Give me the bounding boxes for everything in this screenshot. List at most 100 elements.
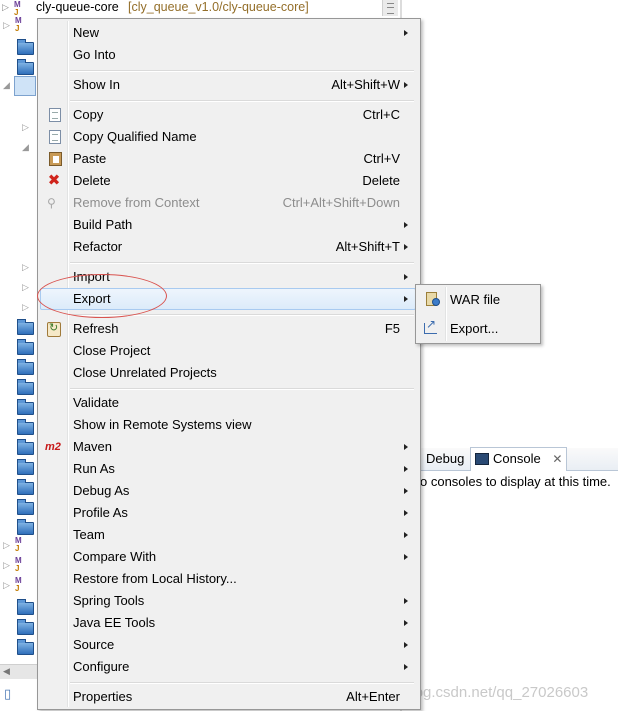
maven-project-icon: MJ (15, 556, 22, 573)
submenu-arrow-icon (404, 82, 408, 88)
menu-separator (70, 70, 414, 72)
menu-item-restore-local-history[interactable]: Restore from Local History... (40, 568, 416, 590)
folder-icon (17, 499, 34, 515)
folder-icon (17, 39, 34, 55)
refresh-icon (47, 321, 61, 337)
menu-item-team[interactable]: Team (40, 524, 416, 546)
submenu-arrow-icon (404, 274, 408, 280)
submenu-arrow-icon (404, 30, 408, 36)
tree-item[interactable] (0, 518, 38, 538)
copy-icon (49, 108, 61, 122)
tree-item[interactable] (0, 478, 38, 498)
tree-item[interactable] (0, 358, 38, 378)
menu-item-maven[interactable]: m2 Maven (40, 436, 416, 458)
scroll-left-icon[interactable]: ◀ (3, 666, 10, 677)
folder-icon (17, 439, 34, 455)
menu-item-go-into[interactable]: Go Into (40, 44, 416, 66)
menu-item-java-ee-tools[interactable]: Java EE Tools (40, 612, 416, 634)
tree-item[interactable] (0, 598, 38, 618)
menu-item-compare-with[interactable]: Compare With (40, 546, 416, 568)
menu-item-export[interactable]: Export (40, 288, 416, 310)
menu-item-close-unrelated-projects[interactable]: Close Unrelated Projects (40, 362, 416, 384)
submenu-arrow-icon (404, 510, 408, 516)
tab-console[interactable]: Console ✕ (470, 447, 568, 471)
tree-item[interactable]: ▷ M J (0, 16, 38, 36)
tree-item[interactable]: ▷ M J (0, 556, 38, 576)
console-tab-bar: Debug Console ✕ (402, 447, 618, 471)
tree-item[interactable]: ▷ (0, 258, 38, 278)
tree-item[interactable] (0, 318, 38, 338)
status-icon[interactable]: ▯ (4, 686, 11, 702)
menu-item-debug-as[interactable]: Debug As (40, 480, 416, 502)
copy-qualified-name-icon (46, 128, 61, 144)
menu-item-import[interactable]: Import (40, 266, 416, 288)
menu-separator (70, 388, 414, 390)
menu-item-show-in[interactable]: Show In Alt+Shift+W (40, 74, 416, 96)
submenu-arrow-icon (404, 222, 408, 228)
tree-item[interactable] (0, 38, 38, 58)
tree-item[interactable] (0, 398, 38, 418)
folder-icon (17, 479, 34, 495)
maven-project-icon: MJ (15, 576, 22, 593)
tree-item[interactable]: ▷ M J (0, 536, 38, 556)
folder-icon (17, 639, 34, 655)
expand-arrow-icon[interactable]: ▷ (2, 2, 9, 13)
submenu-item-export-wizard[interactable]: Export... (418, 316, 538, 340)
tree-item[interactable]: ◢ (0, 138, 38, 158)
shortcut-label: Alt+Enter (346, 689, 400, 704)
submenu-arrow-icon (404, 466, 408, 472)
menu-item-build-path[interactable]: Build Path (40, 214, 416, 236)
menu-item-copy-qualified-name[interactable]: Copy Qualified Name (40, 126, 416, 148)
menu-item-source[interactable]: Source (40, 634, 416, 656)
tree-item[interactable]: ▷ M J (0, 576, 38, 596)
tree-item[interactable] (0, 338, 38, 358)
menu-item-copy[interactable]: Copy Ctrl+C (40, 104, 416, 126)
tab-debug[interactable]: Debug (422, 448, 468, 470)
menu-item-paste[interactable]: Paste Ctrl+V (40, 148, 416, 170)
tree-item-selected[interactable]: ◢ (0, 76, 38, 96)
menu-item-validate[interactable]: Validate (40, 392, 416, 414)
submenu-arrow-icon (404, 244, 408, 250)
menu-item-remove-from-context[interactable]: ⚲ Remove from Context Ctrl+Alt+Shift+Dow… (40, 192, 416, 214)
shortcut-label: Delete (362, 173, 400, 188)
folder-icon (17, 319, 34, 335)
tree-item[interactable]: ▷ (0, 278, 38, 298)
folder-icon (17, 459, 34, 475)
tree-item[interactable] (0, 418, 38, 438)
submenu-arrow-icon (404, 532, 408, 538)
tree-item[interactable] (0, 458, 38, 478)
maven-project-icon: MJ (15, 16, 22, 33)
folder-icon (17, 59, 34, 75)
tree-item[interactable] (0, 618, 38, 638)
menu-item-spring-tools[interactable]: Spring Tools (40, 590, 416, 612)
menu-item-refresh[interactable]: Refresh F5 (40, 318, 416, 340)
menu-item-configure[interactable]: Configure (40, 656, 416, 678)
menu-item-delete[interactable]: ✖ Delete Delete (40, 170, 416, 192)
console-icon (475, 453, 489, 465)
tree-item[interactable]: ▷ (0, 298, 38, 318)
selected-project-icon (14, 76, 36, 96)
menu-item-run-as[interactable]: Run As (40, 458, 416, 480)
tree-item[interactable] (0, 638, 38, 658)
tree-item[interactable] (0, 58, 38, 78)
menu-separator (70, 314, 414, 316)
submenu-arrow-icon (404, 444, 408, 450)
tree-item[interactable] (0, 498, 38, 518)
tree-item[interactable] (0, 378, 38, 398)
menu-item-close-project[interactable]: Close Project (40, 340, 416, 362)
explorer-horizontal-scrollbar[interactable]: ◀ (0, 664, 38, 679)
menu-item-new[interactable]: New (40, 22, 416, 44)
menu-item-show-in-remote-systems[interactable]: Show in Remote Systems view (40, 414, 416, 436)
submenu-item-war-file[interactable]: WAR file (418, 287, 538, 311)
tree-item[interactable] (0, 438, 38, 458)
menu-item-properties[interactable]: Properties Alt+Enter (40, 686, 416, 708)
explorer-scrollbar-thumb[interactable] (382, 0, 398, 16)
tree-item[interactable]: ▷ (0, 118, 38, 138)
menu-item-refactor[interactable]: Refactor Alt+Shift+T (40, 236, 416, 258)
maven-project-icon: MJ (15, 536, 22, 553)
menu-item-profile-as[interactable]: Profile As (40, 502, 416, 524)
menu-separator (70, 682, 414, 684)
submenu-arrow-icon (404, 488, 408, 494)
menu-separator (70, 262, 414, 264)
close-icon[interactable]: ✕ (552, 452, 562, 466)
